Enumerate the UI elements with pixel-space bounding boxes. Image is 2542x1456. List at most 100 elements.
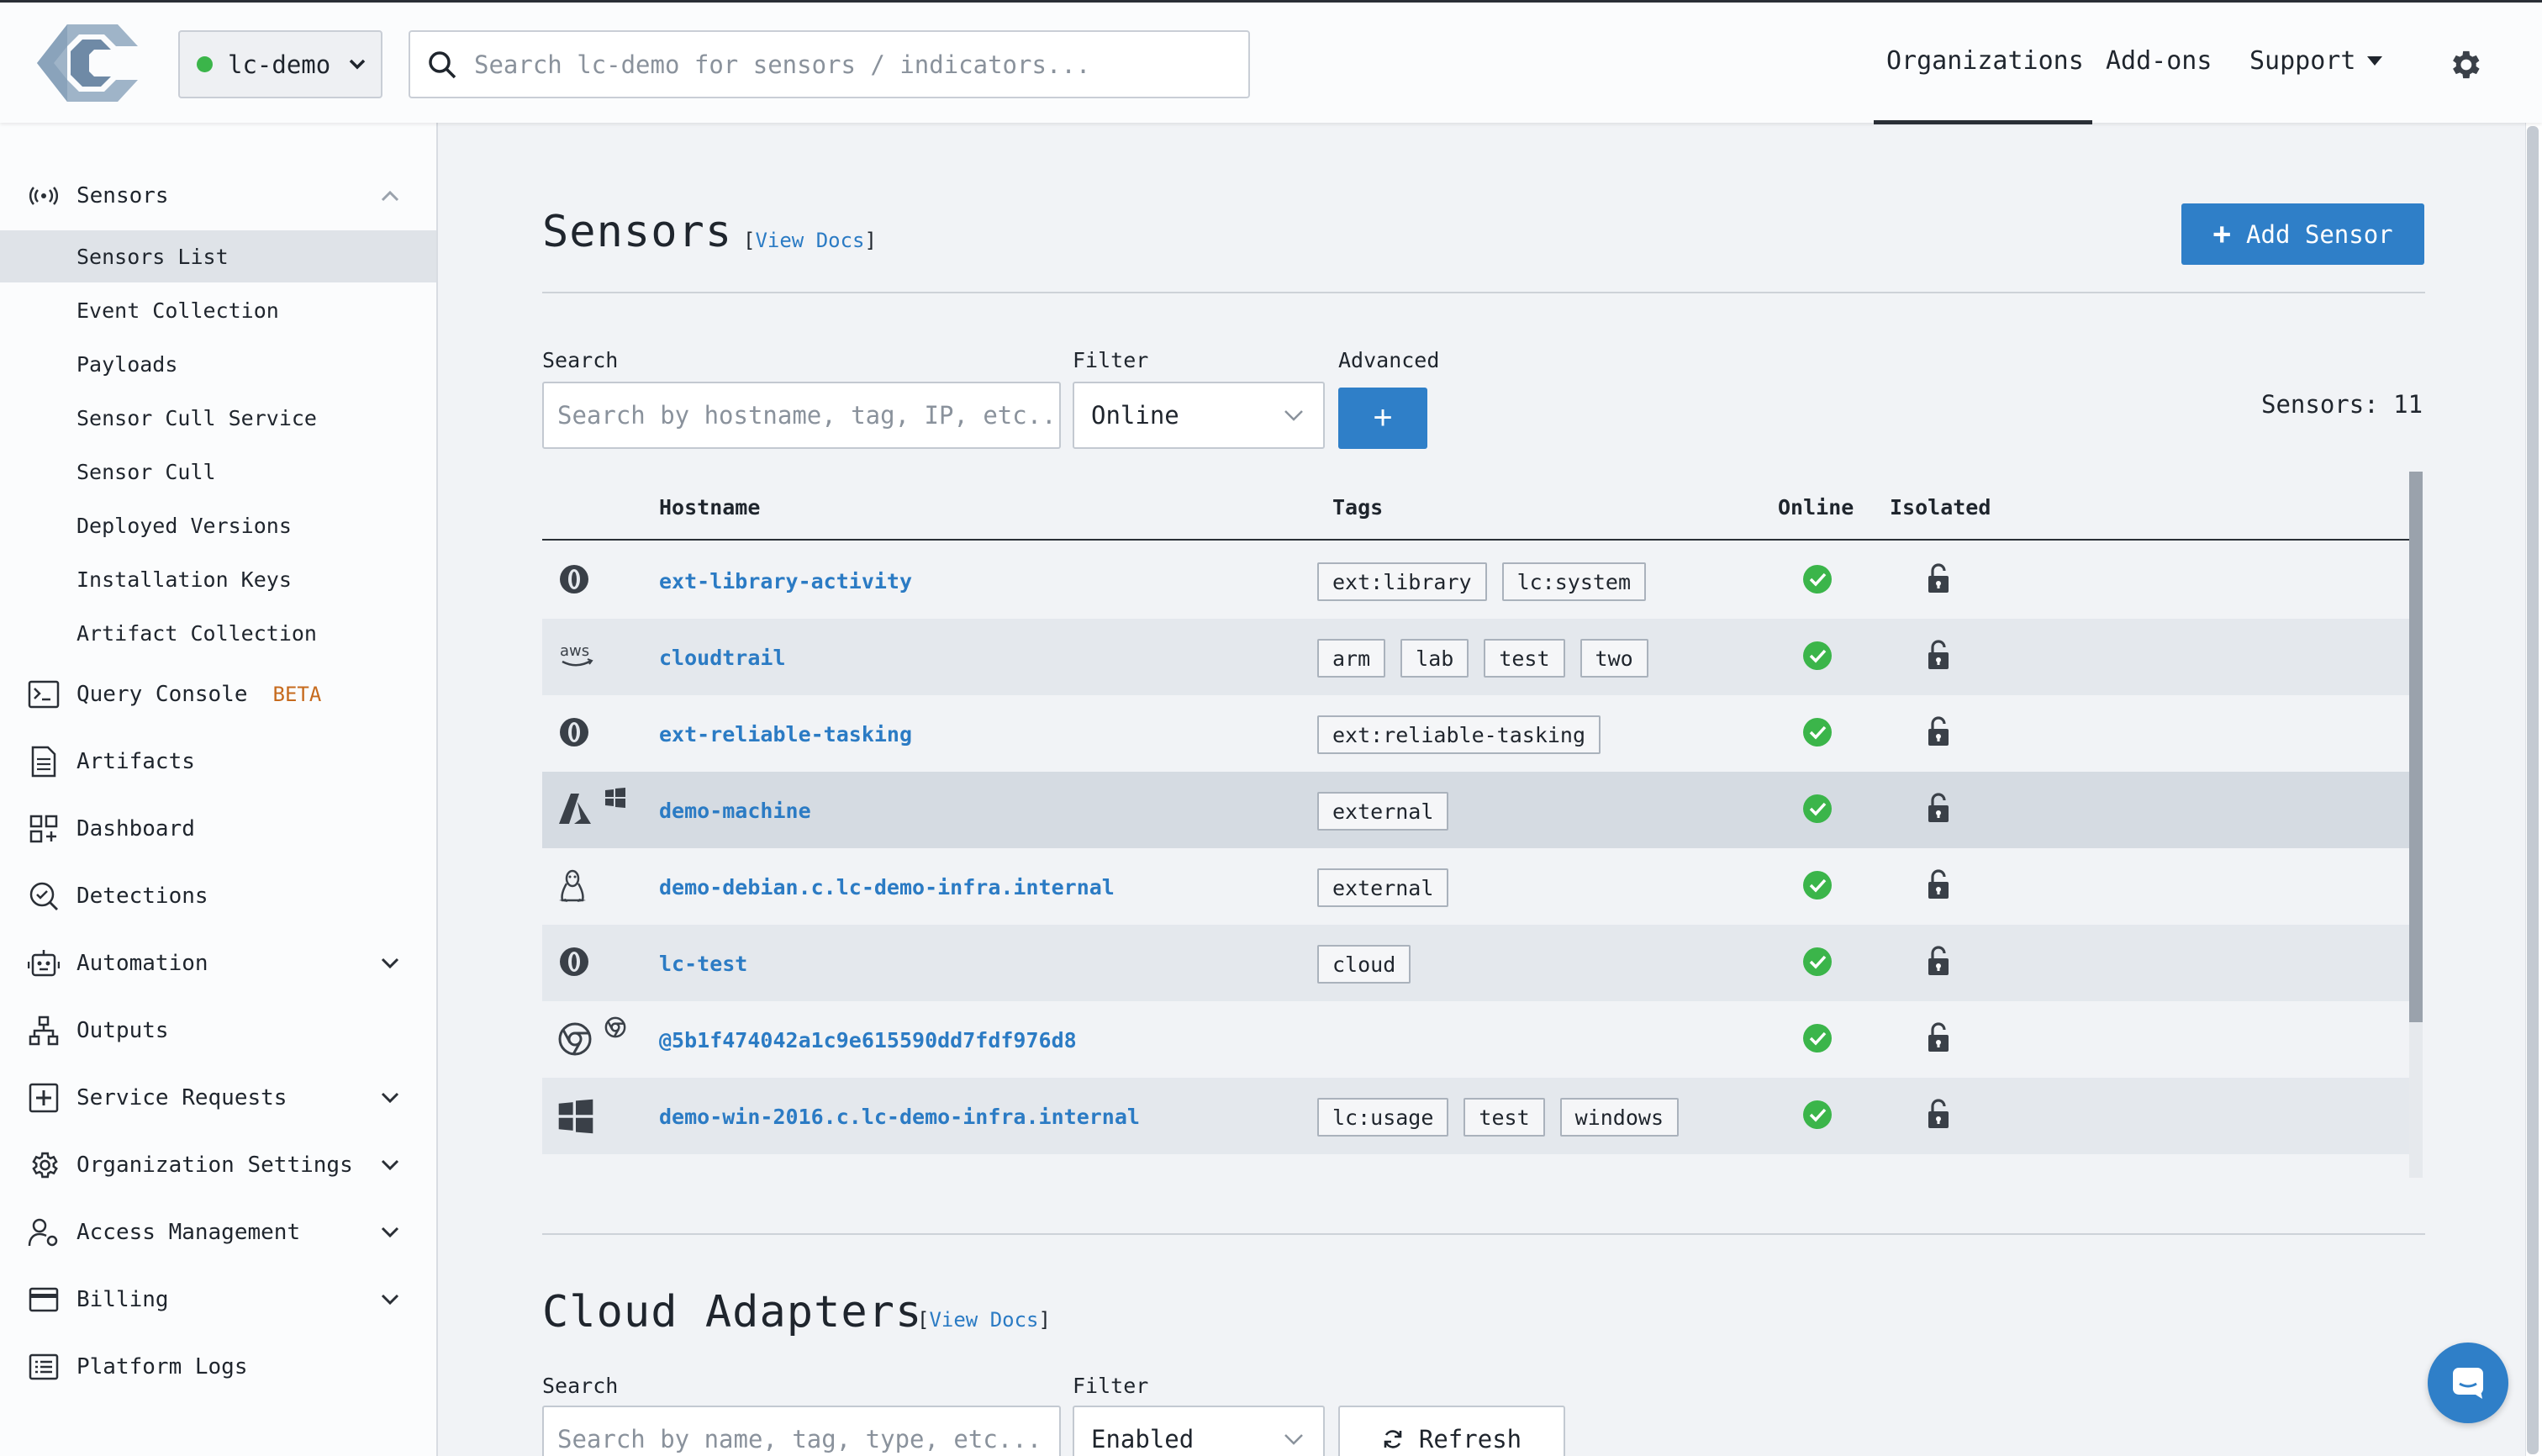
sidebar-item-dashboard[interactable]: Dashboard bbox=[0, 802, 436, 856]
col-isolated[interactable]: Isolated bbox=[1890, 495, 1991, 520]
page-scrollbar-thumb[interactable] bbox=[2527, 126, 2539, 1454]
chevron-down-icon[interactable] bbox=[380, 1091, 400, 1105]
table-row[interactable]: ext-reliable-tasking ext:reliable-tasking bbox=[542, 695, 2410, 772]
sensor-count: Sensors: 11 bbox=[2261, 390, 2423, 419]
tag-chip[interactable]: lab bbox=[1400, 639, 1469, 678]
nav-active-indicator bbox=[1874, 120, 2092, 124]
sidebar-subitem-artifact-collection[interactable]: Artifact Collection bbox=[0, 607, 436, 659]
tag-chip[interactable]: ext:reliable-tasking bbox=[1317, 715, 1601, 754]
sidebar-item-sensors[interactable]: Sensors bbox=[0, 169, 436, 223]
hostname-link[interactable]: ext-library-activity bbox=[659, 569, 912, 593]
hostname-link[interactable]: @5b1f474042a1c9e615590dd7fdf976d8 bbox=[659, 1028, 1077, 1052]
tag-chip[interactable]: cloud bbox=[1317, 945, 1411, 984]
sidebar-item-detections[interactable]: Detections bbox=[0, 869, 436, 923]
chevron-down-icon[interactable] bbox=[380, 957, 400, 970]
unlocked-icon[interactable] bbox=[1926, 562, 1951, 598]
hostname-link[interactable]: demo-win-2016.c.lc-demo-infra.internal bbox=[659, 1105, 1140, 1129]
tag-chip[interactable]: external bbox=[1317, 868, 1449, 907]
unlocked-icon[interactable] bbox=[1926, 1021, 1951, 1057]
hostname-link[interactable]: cloudtrail bbox=[659, 646, 786, 670]
chrome-icon bbox=[557, 1021, 593, 1060]
org-selector[interactable]: lc-demo bbox=[178, 30, 382, 98]
tag-chip[interactable]: arm bbox=[1317, 639, 1386, 678]
nav-addons[interactable]: Add-ons bbox=[2106, 46, 2212, 76]
tag-chip[interactable]: external bbox=[1317, 792, 1449, 831]
cloud-view-docs: [View Docs] bbox=[917, 1308, 1051, 1332]
unlocked-icon[interactable] bbox=[1926, 792, 1951, 827]
limacharlie-logo-icon[interactable] bbox=[34, 21, 140, 105]
global-search-input[interactable] bbox=[474, 50, 1214, 79]
sidebar-item-artifacts[interactable]: Artifacts bbox=[0, 735, 436, 789]
sidebar-subitem-payloads[interactable]: Payloads bbox=[0, 338, 436, 390]
sensor-search-input[interactable] bbox=[542, 382, 1061, 449]
advanced-add-button[interactable]: + bbox=[1338, 388, 1427, 449]
hostname-link[interactable]: demo-machine bbox=[659, 799, 811, 823]
chevron-up-icon[interactable] bbox=[380, 189, 400, 203]
chevron-down-icon[interactable] bbox=[380, 1226, 400, 1239]
col-hostname[interactable]: Hostname bbox=[659, 495, 760, 520]
tag-chip[interactable]: test bbox=[1484, 639, 1565, 678]
unlocked-icon[interactable] bbox=[1926, 868, 1951, 904]
sidebar-item-outputs[interactable]: Outputs bbox=[0, 1004, 436, 1058]
tag-chip[interactable]: lc:system bbox=[1501, 562, 1647, 601]
top-bar: lc-demo Organizations Add-ons Support bbox=[0, 0, 2542, 124]
chevron-down-icon[interactable] bbox=[380, 1293, 400, 1306]
sidebar-item-automation[interactable]: Automation bbox=[0, 936, 436, 990]
filter-select[interactable]: Online bbox=[1073, 382, 1325, 449]
unlocked-icon[interactable] bbox=[1926, 1098, 1951, 1133]
sidebar-item-label: Query Console BETA bbox=[76, 682, 321, 707]
table-row[interactable]: demo-debian.c.lc-demo-infra.internal exte… bbox=[542, 848, 2410, 925]
table-scrollbar-thumb[interactable] bbox=[2409, 472, 2423, 1022]
sidebar-item-query-console[interactable]: Query Console BETA bbox=[0, 667, 436, 721]
sidebar-subitem-sensors-list[interactable]: Sensors List bbox=[0, 230, 436, 282]
sidebar-subitem-event-collection[interactable]: Event Collection bbox=[0, 284, 436, 336]
table-row[interactable]: ext-library-activity ext:library lc:system bbox=[542, 542, 2410, 619]
table-row[interactable]: demo-machine external bbox=[542, 772, 2410, 848]
sidebar-subitem-label: Event Collection bbox=[76, 298, 279, 323]
online-check-icon bbox=[1802, 641, 1833, 674]
online-check-icon bbox=[1802, 1100, 1833, 1133]
refresh-button[interactable]: Refresh bbox=[1338, 1406, 1565, 1456]
table-row[interactable]: @5b1f474042a1c9e615590dd7fdf976d8 bbox=[542, 1001, 2410, 1078]
nav-organizations[interactable]: Organizations bbox=[1886, 46, 2084, 76]
os-icons bbox=[557, 562, 603, 599]
gear-icon[interactable] bbox=[2446, 46, 2483, 83]
hostname-link[interactable]: lc-test bbox=[659, 952, 747, 976]
tag-chip[interactable]: lc:usage bbox=[1317, 1098, 1449, 1137]
table-row[interactable]: demo-win-2016.c.lc-demo-infra.internal lc… bbox=[542, 1078, 2410, 1154]
hostname-link[interactable]: demo-debian.c.lc-demo-infra.internal bbox=[659, 875, 1115, 899]
sidebar-item-service-requests[interactable]: Service Requests bbox=[0, 1071, 436, 1125]
unlocked-icon[interactable] bbox=[1926, 639, 1951, 674]
chevron-down-icon[interactable] bbox=[380, 1158, 400, 1172]
tag-chip[interactable]: windows bbox=[1559, 1098, 1679, 1137]
col-online[interactable]: Online bbox=[1778, 495, 1854, 520]
sidebar-item-access-management[interactable]: Access Management bbox=[0, 1205, 436, 1259]
sidebar-subitem-sensor-cull-service[interactable]: Sensor Cull Service bbox=[0, 392, 436, 444]
unlocked-icon[interactable] bbox=[1926, 715, 1951, 751]
hierarchy-icon bbox=[27, 1014, 61, 1047]
nav-support[interactable]: Support bbox=[2249, 46, 2383, 76]
cloud-search-input[interactable] bbox=[542, 1406, 1061, 1456]
chat-icon bbox=[2453, 1368, 2483, 1399]
cloud-filter-select[interactable]: Enabled bbox=[1073, 1406, 1325, 1456]
sidebar-subitem-installation-keys[interactable]: Installation Keys bbox=[0, 553, 436, 605]
tag-chip[interactable]: two bbox=[1580, 639, 1648, 678]
cloud-view-docs-link[interactable]: View Docs bbox=[929, 1308, 1038, 1332]
sidebar-subitem-deployed-versions[interactable]: Deployed Versions bbox=[0, 499, 436, 551]
tag-chip[interactable]: ext:library bbox=[1317, 562, 1487, 601]
online-check-icon bbox=[1802, 870, 1833, 904]
add-sensor-button[interactable]: + Add Sensor bbox=[2181, 203, 2424, 265]
col-tags[interactable]: Tags bbox=[1332, 495, 1383, 520]
view-docs-link[interactable]: View Docs bbox=[755, 229, 864, 252]
sidebar-item-platform-logs[interactable]: Platform Logs bbox=[0, 1340, 436, 1394]
tag-chip[interactable]: test bbox=[1463, 1098, 1545, 1137]
sidebar-item-billing[interactable]: Billing bbox=[0, 1273, 436, 1327]
global-search[interactable] bbox=[409, 30, 1250, 98]
hostname-link[interactable]: ext-reliable-tasking bbox=[659, 722, 912, 746]
chat-support-button[interactable] bbox=[2428, 1343, 2508, 1423]
sidebar-item-organization-settings[interactable]: Organization Settings bbox=[0, 1138, 436, 1192]
sidebar-subitem-sensor-cull[interactable]: Sensor Cull bbox=[0, 446, 436, 498]
table-row[interactable]: aws cloudtrail arm lab test two bbox=[542, 619, 2410, 695]
table-row[interactable]: lc-test cloud bbox=[542, 925, 2410, 1001]
unlocked-icon[interactable] bbox=[1926, 945, 1951, 980]
